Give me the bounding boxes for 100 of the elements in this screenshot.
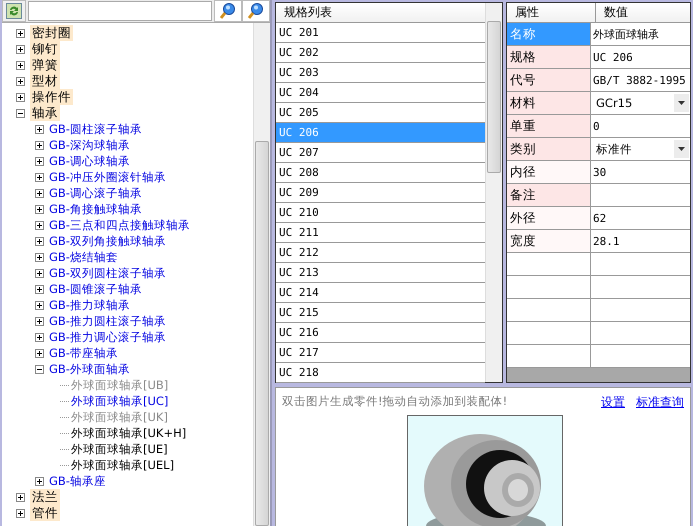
list-item[interactable]: UC 212 xyxy=(276,243,485,263)
tree-item[interactable]: 轴承 xyxy=(30,105,60,121)
expand-icon[interactable] xyxy=(35,236,44,246)
property-value[interactable]: 28.1 xyxy=(591,230,690,252)
list-item[interactable]: UC 210 xyxy=(276,203,485,223)
expand-icon[interactable] xyxy=(16,44,25,54)
expand-icon[interactable] xyxy=(35,188,44,198)
hint-text: 双击图片生成零件!拖动自动添加到装配体! xyxy=(282,394,508,410)
tree-item[interactable]: 弹簧 xyxy=(30,57,60,73)
tree-item[interactable]: 铆钉 xyxy=(30,41,60,57)
expand-icon[interactable] xyxy=(16,28,25,38)
list-item[interactable]: UC 201 xyxy=(276,23,485,43)
tree-item[interactable]: GB-推力圆柱滚子轴承 xyxy=(49,314,166,328)
tree-item[interactable]: GB-带座轴承 xyxy=(49,346,118,360)
tree-item[interactable]: 型材 xyxy=(30,73,60,89)
list-item[interactable]: UC 213 xyxy=(276,263,485,283)
tree-item[interactable]: 操作件 xyxy=(30,89,73,105)
property-value[interactable]: UC 206 xyxy=(591,46,690,68)
tree-item[interactable]: 外球面球轴承[UE] xyxy=(71,442,168,456)
list-item[interactable]: UC 211 xyxy=(276,223,485,243)
refresh-button[interactable] xyxy=(2,0,26,22)
expand-icon[interactable] xyxy=(35,156,44,166)
expand-icon[interactable] xyxy=(16,92,25,102)
expand-icon[interactable] xyxy=(35,220,44,230)
list-item[interactable]: UC 215 xyxy=(276,303,485,323)
expand-icon[interactable] xyxy=(35,332,44,342)
property-value[interactable]: 0 xyxy=(591,115,690,137)
expand-icon[interactable] xyxy=(35,124,44,134)
link[interactable]: 设置 xyxy=(601,394,625,411)
expand-icon[interactable] xyxy=(35,476,44,486)
property-name[interactable]: 外径 xyxy=(507,207,591,229)
expand-icon[interactable] xyxy=(35,316,44,326)
tree-item[interactable]: GB-调心滚子轴承 xyxy=(49,186,142,200)
expand-icon[interactable] xyxy=(35,140,44,150)
tree-item[interactable]: GB-双列圆柱滚子轴承 xyxy=(49,266,166,280)
property-name[interactable]: 宽度 xyxy=(507,230,591,252)
list-item[interactable]: UC 208 xyxy=(276,163,485,183)
dropdown-field[interactable]: 标准件 xyxy=(591,138,690,160)
tree-item[interactable]: GB-圆锥滚子轴承 xyxy=(49,282,142,296)
property-value[interactable]: 62 xyxy=(591,207,690,229)
tree-item[interactable]: 管件 xyxy=(30,505,60,521)
list-item[interactable]: UC 209 xyxy=(276,183,485,203)
tree-item[interactable]: 外球面球轴承[UC] xyxy=(71,394,168,408)
tree-item[interactable]: 外球面球轴承[UEL] xyxy=(71,458,174,472)
collapse-icon[interactable] xyxy=(16,108,25,118)
property-name[interactable]: 材料 xyxy=(507,92,591,114)
list-item[interactable]: UC 217 xyxy=(276,343,485,363)
property-name[interactable]: 规格 xyxy=(507,46,591,68)
caret-icon xyxy=(678,147,685,151)
tree-item[interactable]: GB-推力球轴承 xyxy=(49,298,130,312)
expand-icon[interactable] xyxy=(16,76,25,86)
expand-icon[interactable] xyxy=(35,172,44,182)
property-value[interactable]: 30 xyxy=(591,161,690,183)
property-name[interactable]: 备注 xyxy=(507,184,591,206)
link[interactable]: 标准查询 xyxy=(636,394,684,411)
property-value[interactable]: GB/T 3882-1995 xyxy=(591,69,690,91)
tree-item[interactable]: GB-双列角接触球轴承 xyxy=(49,234,166,248)
property-name[interactable]: 单重 xyxy=(507,115,591,137)
tree-item[interactable]: GB-推力调心滚子轴承 xyxy=(49,330,166,344)
tree-item[interactable]: GB-深沟球轴承 xyxy=(49,138,130,152)
tree-item[interactable]: 外球面球轴承[UK+H] xyxy=(71,426,186,440)
tree-item[interactable]: GB-冲压外圈滚针轴承 xyxy=(49,170,166,184)
dropdown-field[interactable]: GCr15 xyxy=(591,92,690,114)
list-item[interactable]: UC 204 xyxy=(276,83,485,103)
collapse-icon[interactable] xyxy=(35,364,44,374)
tree-item[interactable]: GB-三点和四点接触球轴承 xyxy=(49,218,190,232)
tree-item[interactable]: GB-外球面轴承 xyxy=(49,362,130,376)
tree-item[interactable]: GB-角接触球轴承 xyxy=(49,202,142,216)
expand-icon[interactable] xyxy=(35,268,44,278)
expand-icon[interactable] xyxy=(35,284,44,294)
scrollbar[interactable] xyxy=(485,3,502,382)
list-item[interactable]: UC 203 xyxy=(276,63,485,83)
list-item[interactable]: UC 214 xyxy=(276,283,485,303)
tree-item[interactable]: GB-烧结轴套 xyxy=(49,250,118,264)
search-field[interactable] xyxy=(28,1,212,21)
tree-item[interactable]: GB-调心球轴承 xyxy=(49,154,130,168)
expand-icon[interactable] xyxy=(16,60,25,70)
property-name[interactable]: 类别 xyxy=(507,138,591,160)
search-button[interactable] xyxy=(242,0,270,22)
list-item[interactable]: UC 216 xyxy=(276,323,485,343)
property-name[interactable]: 代号 xyxy=(507,69,591,91)
expand-icon[interactable] xyxy=(35,252,44,262)
property-name[interactable]: 内径 xyxy=(507,161,591,183)
search-icon xyxy=(219,2,237,20)
list-item[interactable]: UC 202 xyxy=(276,43,485,63)
list-item[interactable]: UC 218 xyxy=(276,363,485,383)
tree-item[interactable]: GB-轴承座 xyxy=(49,474,106,488)
search-button[interactable] xyxy=(214,0,242,22)
expand-icon[interactable] xyxy=(16,492,25,502)
tree-item[interactable]: GB-圆柱滚子轴承 xyxy=(49,122,142,136)
expand-icon[interactable] xyxy=(35,348,44,358)
expand-icon[interactable] xyxy=(35,204,44,214)
list-item[interactable]: UC 207 xyxy=(276,143,485,163)
column-header: 规格列表 xyxy=(276,3,485,23)
tree-item[interactable]: 密封圈 xyxy=(30,25,73,41)
scrollbar[interactable] xyxy=(253,23,270,526)
property-value[interactable]: 外球面球轴承 xyxy=(591,23,690,45)
expand-icon[interactable] xyxy=(16,508,25,518)
expand-icon[interactable] xyxy=(35,300,44,310)
tree-item[interactable]: 法兰 xyxy=(30,489,60,505)
